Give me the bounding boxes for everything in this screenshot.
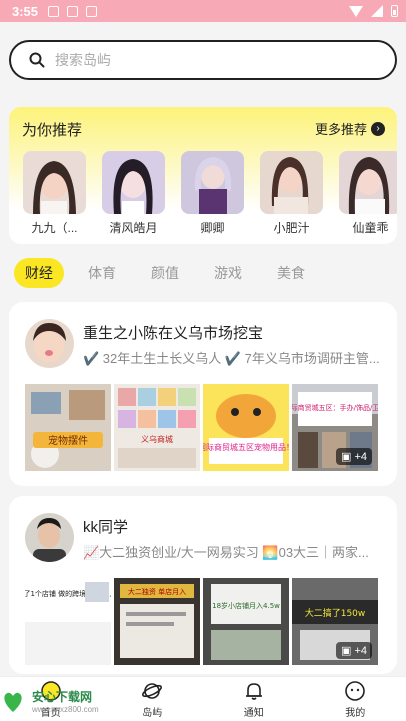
nav-profile-label: 我的 (345, 707, 366, 719)
recommend-item-name: 仙童乖 (352, 221, 389, 235)
more-images-count: +4 (354, 450, 367, 463)
download-icon (86, 5, 98, 17)
image-icon: ▣ (341, 451, 352, 463)
search-input[interactable] (55, 52, 355, 68)
search-bar[interactable] (9, 40, 397, 80)
post-image[interactable]: 18岁小店铺月入4.5w (203, 578, 289, 665)
planet-icon (142, 682, 163, 699)
arrow-right-icon: › (371, 121, 385, 136)
nav-notifications[interactable]: 通知 (203, 677, 305, 721)
recommend-item-name: 卿卿 (200, 221, 225, 235)
post-image[interactable]: 自己开了1个店铺 做的跨境店铺 月入2-3w (25, 578, 111, 665)
post-image[interactable]: 国际商贸城五区宠物用品！ (203, 384, 289, 471)
tab-finance[interactable]: 财经 (14, 258, 64, 288)
post-author-name: 重生之小陈在义乌市场挖宝 (83, 325, 264, 342)
avatar[interactable] (25, 513, 74, 562)
post-image[interactable]: 国际商贸城五区：手办/饰品/卫浴 ▣+4 (292, 384, 378, 471)
category-tabs: 财经 体育 颜值 游戏 美食 (14, 258, 329, 288)
post-card[interactable]: kk同学 📈大二独资创业/大一网易实习 🌅03大三｜两家... 自己开了1个店铺… (9, 496, 397, 674)
recommend-item[interactable]: 卿卿 (181, 151, 244, 236)
recommend-item[interactable]: 小肥汁 (260, 151, 323, 236)
tab-sports[interactable]: 体育 (77, 258, 127, 288)
notification-icon (48, 5, 60, 17)
nav-profile[interactable]: 我的 (305, 677, 406, 721)
tab-games[interactable]: 游戏 (203, 258, 253, 288)
post-image-caption: 宠物摆件 (48, 434, 88, 447)
nav-island[interactable]: 岛屿 (102, 677, 204, 721)
avatar[interactable] (25, 319, 74, 368)
avatar (339, 151, 397, 214)
nav-island-label: 岛屿 (142, 707, 163, 719)
status-time: 3:55 (12, 3, 39, 19)
recommend-item-name: 九九（... (31, 221, 78, 235)
post-image[interactable]: 义乌商城 (114, 384, 200, 471)
avatar (181, 151, 244, 214)
more-images-badge[interactable]: ▣ +4 (336, 642, 372, 659)
post-image-caption: 大二搞了150w (305, 607, 366, 619)
recommend-item-name: 小肥汁 (273, 221, 310, 235)
post-image-caption: 义乌商城 (141, 434, 173, 444)
more-images-count: +4 (354, 644, 367, 657)
signal-icon (371, 5, 383, 17)
post-image-caption: 国际商贸城五区：手办/饰品/卫浴 (292, 403, 378, 412)
post-card[interactable]: 重生之小陈在义乌市场挖宝 ✔️ 32年土生土长义乌人 ✔️ 7年义乌市场调研主管… (9, 302, 397, 486)
smile-face-icon (345, 680, 366, 701)
post-author-desc: 📈大二独资创业/大一网易实习 🌅03大三｜两家... (83, 545, 369, 560)
recommend-panel: 为你推荐 更多推荐 › 九九（... 清风皓月 卿卿 小肥汁 仙童乖 (9, 107, 397, 244)
watermark-url: www.anxz800.com (32, 705, 99, 714)
more-images-badge[interactable]: ▣ +4 (336, 448, 372, 465)
avatar (23, 151, 86, 214)
photo-icon (67, 5, 79, 17)
watermark-title: 安心下载网 (32, 690, 93, 704)
tab-food[interactable]: 美食 (266, 258, 316, 288)
post-image[interactable]: 大二独资 单店月入 (114, 578, 200, 665)
post-image-caption: 国际商贸城五区宠物用品！ (203, 442, 289, 452)
watermark-logo-icon (4, 692, 22, 712)
recommend-item[interactable]: 清风皓月 (102, 151, 165, 236)
tab-looks[interactable]: 颜值 (140, 258, 190, 288)
post-image[interactable]: 宠物摆件 (25, 384, 111, 471)
post-image[interactable]: 大二搞了150w ▣ +4 (292, 578, 378, 665)
nav-notifications-label: 通知 (243, 707, 264, 719)
bell-icon (245, 682, 262, 700)
post-author-name: kk同学 (83, 519, 129, 536)
post-author-desc: ✔️ 32年土生土长义乌人 ✔️ 7年义乌市场调研主管... (83, 351, 380, 366)
wifi-icon (349, 5, 363, 17)
image-icon: ▣ (341, 645, 352, 657)
post-image-caption: 大二独资 单店月入 (128, 587, 186, 596)
recommend-title: 为你推荐 (22, 122, 83, 139)
avatar (102, 151, 165, 214)
post-image-caption: 18岁小店铺月入4.5w (212, 601, 280, 610)
status-bar: 3:55 (0, 0, 406, 22)
more-recommend-link[interactable]: 更多推荐 › (315, 119, 385, 138)
avatar (260, 151, 323, 214)
battery-icon (391, 5, 398, 17)
recommend-item[interactable]: 九九（... (23, 151, 86, 236)
recommend-item-name: 清风皓月 (109, 221, 158, 235)
more-recommend-label: 更多推荐 (314, 122, 367, 137)
search-icon (29, 52, 45, 68)
recommend-item[interactable]: 仙童乖 (339, 151, 397, 236)
watermark: 安心下载网 www.anxz800.com (0, 683, 110, 719)
